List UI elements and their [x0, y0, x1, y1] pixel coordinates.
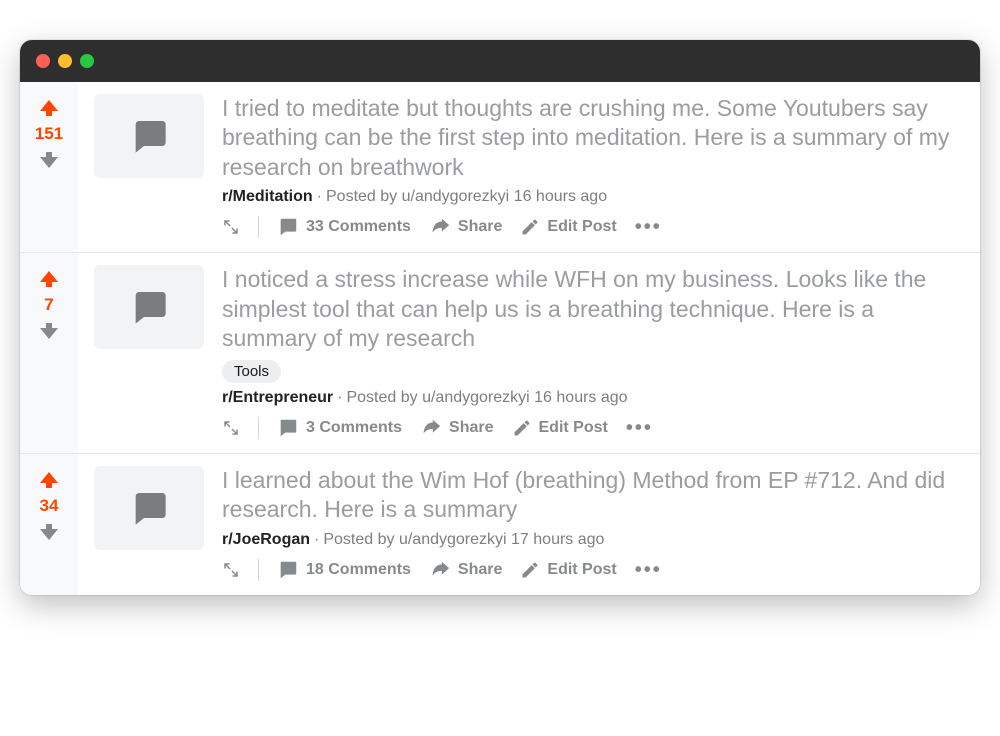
comments-label: 33 Comments [306, 218, 411, 236]
post-age: 17 hours ago [511, 531, 604, 548]
author-link[interactable]: u/andygorezkyi [422, 389, 530, 406]
share-label: Share [449, 419, 493, 437]
action-divider [258, 417, 259, 439]
vote-column: 34 [20, 454, 78, 595]
post-card: 7 I noticed a stress increase while WFH … [20, 253, 980, 453]
thumbnail-column [78, 82, 214, 252]
post-title[interactable]: I learned about the Wim Hof (breathing) … [222, 466, 962, 525]
share-button[interactable]: Share [429, 559, 502, 581]
share-button[interactable]: Share [420, 417, 493, 439]
post-title[interactable]: I tried to meditate but thoughts are cru… [222, 94, 962, 182]
upvote-button[interactable] [37, 96, 61, 120]
post-content: I learned about the Wim Hof (breathing) … [214, 454, 980, 595]
subreddit-link[interactable]: r/Meditation [222, 188, 313, 205]
post-age: 16 hours ago [514, 188, 607, 205]
edit-label: Edit Post [539, 419, 608, 437]
comments-button[interactable]: 33 Comments [277, 216, 411, 238]
app-window: 151 I tried to meditate but thoughts are… [20, 40, 980, 595]
post-card: 34 I learned about the Wim Hof (breathin… [20, 454, 980, 595]
share-button[interactable]: Share [429, 216, 502, 238]
edit-button[interactable]: Edit Post [520, 560, 616, 580]
action-divider [258, 216, 259, 238]
window-titlebar [20, 40, 980, 82]
post-title[interactable]: I noticed a stress increase while WFH on… [222, 265, 962, 353]
comments-button[interactable]: 18 Comments [277, 559, 411, 581]
post-meta: r/Meditation·Posted by u/andygorezkyi 16… [222, 188, 962, 206]
text-post-icon [94, 466, 204, 550]
edit-label: Edit Post [547, 561, 616, 579]
downvote-button[interactable] [37, 319, 61, 343]
author-link[interactable]: u/andygorezkyi [399, 531, 507, 548]
vote-column: 151 [20, 82, 78, 252]
posted-by-label: Posted by [326, 188, 402, 205]
post-meta: r/Entrepreneur·Posted by u/andygorezkyi … [222, 389, 962, 407]
downvote-button[interactable] [37, 148, 61, 172]
post-age: 16 hours ago [534, 389, 627, 406]
author-link[interactable]: u/andygorezkyi [402, 188, 510, 205]
posted-by-label: Posted by [346, 389, 422, 406]
share-label: Share [458, 561, 502, 579]
text-post-icon [94, 94, 204, 178]
thumbnail-column [78, 454, 214, 595]
downvote-button[interactable] [37, 520, 61, 544]
post-actions: 18 Comments Share Edit Post ••• [222, 559, 962, 581]
post-card: 151 I tried to meditate but thoughts are… [20, 82, 980, 253]
more-actions-button[interactable]: ••• [635, 217, 662, 237]
upvote-button[interactable] [37, 468, 61, 492]
thumbnail-column [78, 253, 214, 452]
expand-button[interactable] [222, 561, 240, 579]
comments-label: 18 Comments [306, 561, 411, 579]
text-post-icon [94, 265, 204, 349]
more-actions-button[interactable]: ••• [635, 560, 662, 580]
edit-button[interactable]: Edit Post [520, 217, 616, 237]
vote-column: 7 [20, 253, 78, 452]
post-content: I noticed a stress increase while WFH on… [214, 253, 980, 452]
vote-score: 7 [44, 295, 53, 315]
edit-label: Edit Post [547, 218, 616, 236]
window-close-button[interactable] [36, 54, 50, 68]
comments-button[interactable]: 3 Comments [277, 417, 402, 439]
post-actions: 33 Comments Share Edit Post ••• [222, 216, 962, 238]
post-meta: r/JoeRogan·Posted by u/andygorezkyi 17 h… [222, 531, 962, 549]
window-maximize-button[interactable] [80, 54, 94, 68]
post-content: I tried to meditate but thoughts are cru… [214, 82, 980, 252]
share-label: Share [458, 218, 502, 236]
post-actions: 3 Comments Share Edit Post ••• [222, 417, 962, 439]
more-actions-button[interactable]: ••• [626, 418, 653, 438]
action-divider [258, 559, 259, 581]
upvote-button[interactable] [37, 267, 61, 291]
subreddit-link[interactable]: r/JoeRogan [222, 531, 310, 548]
edit-button[interactable]: Edit Post [512, 418, 608, 438]
subreddit-link[interactable]: r/Entrepreneur [222, 389, 333, 406]
post-flair[interactable]: Tools [222, 360, 281, 383]
posted-by-label: Posted by [323, 531, 399, 548]
expand-button[interactable] [222, 419, 240, 437]
vote-score: 151 [35, 124, 63, 144]
window-minimize-button[interactable] [58, 54, 72, 68]
post-list: 151 I tried to meditate but thoughts are… [20, 82, 980, 595]
expand-button[interactable] [222, 218, 240, 236]
vote-score: 34 [40, 496, 59, 516]
comments-label: 3 Comments [306, 419, 402, 437]
